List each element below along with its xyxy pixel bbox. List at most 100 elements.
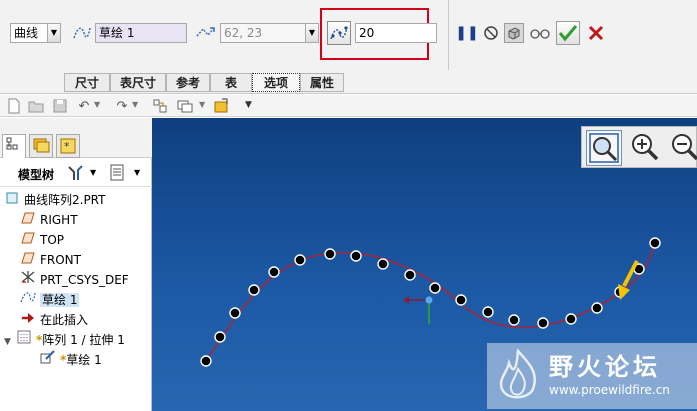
tree-item-label: 草绘 1: [66, 353, 102, 367]
tree-item-label: RIGHT: [40, 213, 78, 227]
model-tree-tab-icon[interactable]: [2, 134, 26, 158]
tab-dimensions[interactable]: 尺寸: [64, 73, 110, 92]
tree-item-insert-here[interactable]: 在此插入: [20, 310, 88, 330]
tree-item-csys[interactable]: PRT_CSYS_DEF: [20, 270, 129, 290]
pattern-point[interactable]: [565, 313, 577, 325]
pattern-point[interactable]: [404, 269, 416, 281]
pattern-point[interactable]: [377, 258, 389, 270]
redo-dropdown-icon[interactable]: ▼: [132, 100, 138, 109]
ok-checkmark-icon[interactable]: [556, 21, 580, 45]
csys-icon: [20, 270, 36, 290]
pattern-point[interactable]: [455, 294, 467, 306]
datum-plane-icon: [20, 250, 36, 270]
watermark-title: 野火论坛: [549, 353, 661, 381]
spacing-dropdown-button[interactable]: ▼: [305, 23, 319, 43]
sketch-origin-icon: [403, 296, 433, 324]
cancel-x-icon[interactable]: [586, 23, 606, 43]
datum-plane-icon: [20, 210, 36, 230]
undo-dropdown-icon[interactable]: ▼: [94, 100, 100, 109]
tree-item-sketch-child[interactable]: *草绘 1: [40, 350, 102, 370]
folder-browser-tab-icon[interactable]: [29, 134, 53, 158]
watermark-url: www.proewildfire.cn: [549, 383, 670, 397]
pattern-point[interactable]: [350, 250, 362, 262]
tab-table[interactable]: 表: [210, 73, 252, 92]
pattern-point[interactable]: [214, 331, 226, 343]
sketch-icon: [20, 290, 36, 310]
spacing-field[interactable]: 62, 23: [220, 23, 306, 43]
no-preview-icon[interactable]: [481, 23, 501, 43]
tree-item-part[interactable]: 曲线阵列2.PRT: [4, 190, 105, 210]
main-toolbar: ↶ ▼ ↷ ▼ ▼ ▼: [0, 95, 697, 117]
undo-icon[interactable]: ↶: [74, 96, 94, 116]
tree-item-label: TOP: [40, 233, 65, 247]
tree-item-pattern[interactable]: ▼ *阵列 1 / 拉伸 1: [4, 330, 125, 350]
pattern-point[interactable]: [324, 248, 336, 260]
tree-item-label: 曲线阵列2.PRT: [24, 193, 106, 207]
model-tree-title: 模型树: [18, 168, 55, 182]
tab-references[interactable]: 参考: [166, 73, 210, 92]
pattern-point[interactable]: [649, 237, 661, 249]
flame-logo-icon: [499, 349, 536, 399]
pattern-point[interactable]: [248, 284, 260, 296]
favorites-tab-icon[interactable]: *: [56, 134, 80, 158]
settings-tools-icon[interactable]: [66, 164, 86, 182]
open-folder-icon[interactable]: [26, 96, 46, 116]
tree-item-label: 阵列 1 / 拉伸 1: [42, 333, 125, 347]
tree-item-sketch-1[interactable]: 草绘 1: [20, 290, 80, 310]
tree-item-top[interactable]: TOP: [20, 230, 64, 250]
tab-properties[interactable]: 属性: [300, 73, 344, 92]
show-dropdown-icon[interactable]: ▼: [134, 168, 140, 177]
tree-item-label: FRONT: [40, 253, 81, 267]
window-dropdown-icon[interactable]: ▼: [199, 100, 205, 109]
navigator-tabs-bar: *: [0, 118, 152, 158]
show-list-icon[interactable]: [109, 164, 127, 182]
pattern-type-select[interactable]: 曲线: [10, 23, 48, 43]
insert-arrow-icon: [20, 310, 36, 330]
pattern-point[interactable]: [229, 307, 241, 319]
separator: [448, 0, 449, 70]
window-icon[interactable]: [175, 96, 195, 116]
close-window-icon[interactable]: [212, 96, 232, 116]
navigator-panel: * 模型树 ▼ ▼ 曲线阵列2.PRT RIGHT TOP FRONT PRT_…: [0, 118, 152, 411]
toolbar-overflow-icon[interactable]: ▼: [245, 100, 252, 110]
graphics-viewport[interactable]: 野火论坛 www.proewildfire.cn: [152, 118, 697, 411]
pattern-point[interactable]: [268, 266, 280, 278]
regenerate-icon[interactable]: [150, 96, 170, 116]
svg-text:*: *: [64, 140, 70, 153]
verify-glasses-icon[interactable]: [528, 23, 552, 43]
member-count-input[interactable]: 20: [355, 23, 437, 43]
tree-item-label: PRT_CSYS_DEF: [40, 273, 129, 287]
part-icon: [4, 190, 20, 210]
tree-item-right[interactable]: RIGHT: [20, 210, 78, 230]
number-of-members-icon[interactable]: [327, 21, 351, 45]
pattern-point[interactable]: [482, 306, 494, 318]
settings-dropdown-icon[interactable]: ▼: [90, 168, 96, 177]
redo-icon[interactable]: ↷: [112, 96, 132, 116]
save-icon[interactable]: [50, 96, 70, 116]
pattern-point[interactable]: [294, 254, 306, 266]
pause-icon[interactable]: ❚❚: [455, 23, 478, 43]
tree-item-label: 草绘 1: [40, 293, 80, 307]
direction-icon[interactable]: [195, 24, 217, 42]
new-file-icon[interactable]: [4, 96, 24, 116]
sketch-reference-field[interactable]: 草绘 1: [95, 23, 187, 43]
model-tree-header: 模型树 ▼ ▼: [0, 159, 152, 187]
datum-plane-icon: [20, 230, 36, 250]
watermark-logo: 野火论坛 www.proewildfire.cn: [487, 343, 697, 409]
collapse-arrow-icon[interactable]: ▼: [4, 332, 16, 352]
tab-table-dimensions[interactable]: 表尺寸: [110, 73, 166, 92]
pattern-point[interactable]: [508, 314, 520, 326]
feature-dashboard: 曲线 ▼ 草绘 1 62, 23 ▼ 20 ❚❚ 尺寸 表尺寸 参考 表 选项 …: [0, 0, 697, 94]
pattern-icon: [16, 330, 32, 350]
pattern-point[interactable]: [200, 355, 212, 367]
pattern-point[interactable]: [537, 317, 549, 329]
tree-item-label: 在此插入: [40, 313, 89, 327]
tab-options[interactable]: 选项: [252, 73, 300, 92]
sketch-edit-icon: [40, 350, 56, 370]
curve-pattern-icon: [72, 24, 92, 42]
pattern-point[interactable]: [591, 302, 603, 314]
pattern-type-dropdown-button[interactable]: ▼: [47, 23, 61, 43]
pattern-point[interactable]: [429, 282, 441, 294]
tree-item-front[interactable]: FRONT: [20, 250, 81, 270]
preview-geometry-icon[interactable]: [504, 23, 524, 43]
